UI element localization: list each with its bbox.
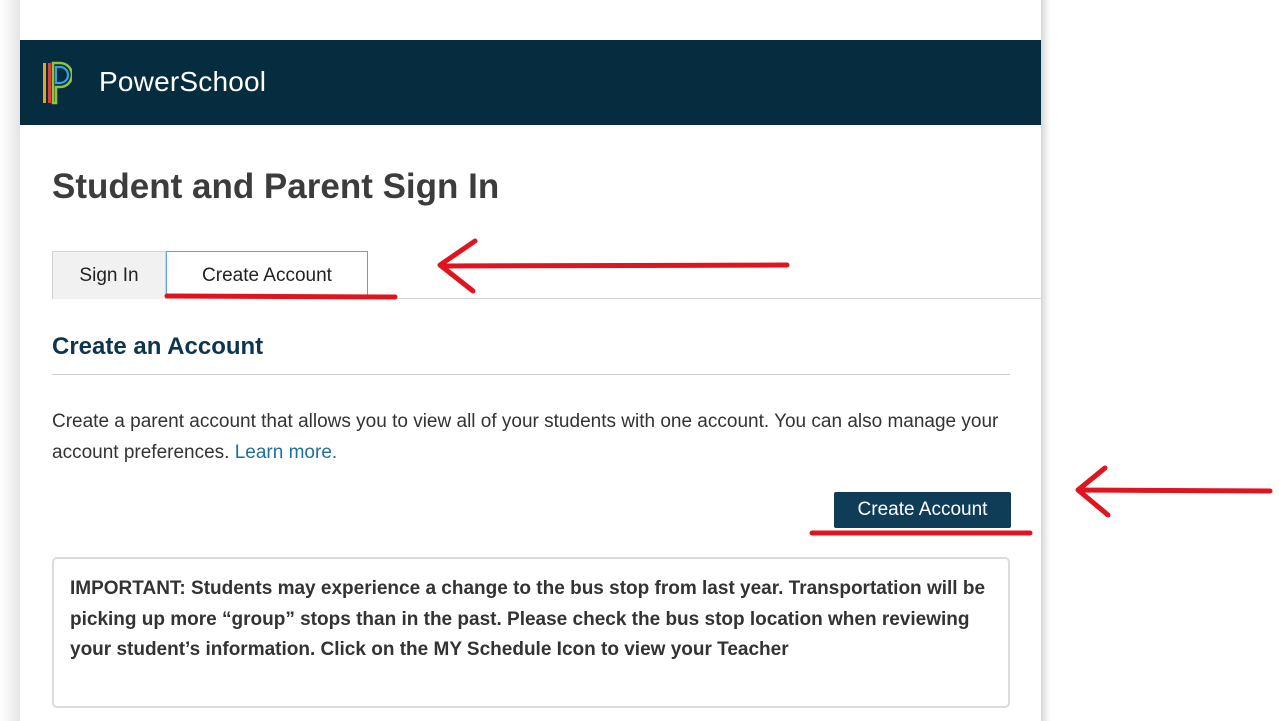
page-title: Student and Parent Sign In [52, 167, 500, 206]
create-account-button[interactable]: Create Account [834, 492, 1011, 528]
create-account-description: Create a parent account that allows you … [52, 406, 1012, 468]
brand-name[interactable]: PowerSchool [99, 66, 266, 98]
page-top-margin [20, 0, 1041, 40]
tab-create-account[interactable]: Create Account [166, 251, 368, 299]
important-notice: IMPORTANT: Students may experience a cha… [52, 557, 1010, 708]
section-title: Create an Account [52, 333, 264, 360]
page-left-edge [0, 0, 20, 721]
site-header: PowerSchool [20, 40, 1041, 125]
powerschool-logo-icon [43, 61, 72, 105]
tab-sign-in[interactable]: Sign In [52, 251, 166, 299]
arrow-left-icon [1075, 465, 1273, 518]
learn-more-link[interactable]: Learn more. [235, 442, 337, 463]
section-divider [52, 374, 1010, 375]
description-text: Create a parent account that allows you … [52, 411, 999, 463]
page-right-edge [1041, 0, 1051, 721]
